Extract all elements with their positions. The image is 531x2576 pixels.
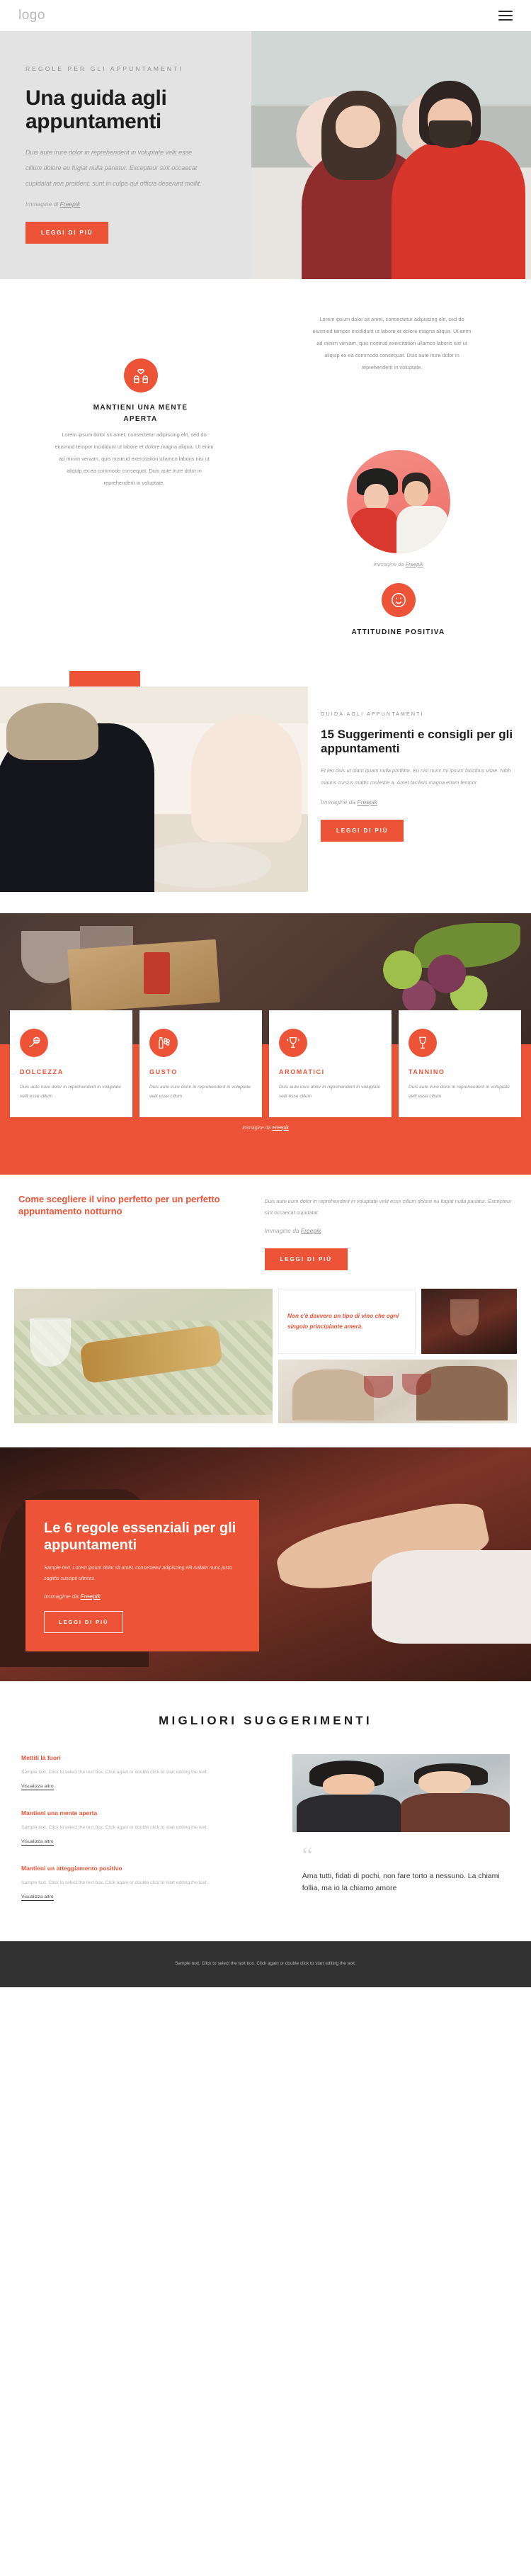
freepik-link[interactable]: Freepik <box>60 200 80 208</box>
card-body: Duis aute irure dolor in reprehenderit i… <box>279 1084 380 1100</box>
value-title-positive: ATTITUDINE POSITIVA <box>351 628 445 636</box>
tips15-section: GUIDA AGLI APPUNTAMENTI 15 Suggerimenti … <box>0 670 531 913</box>
card-body: Duis aute irure dolor in reprehenderit i… <box>149 1084 251 1100</box>
credit-prefix: Immagine da <box>321 798 358 806</box>
attribute-card[interactable]: DOLCEZZA Duis aute irure dolor in repreh… <box>10 1010 132 1117</box>
credit-prefix: Immagine da <box>44 1593 81 1600</box>
card-title: GUSTO <box>149 1068 178 1075</box>
smiling-face-icon <box>381 583 416 617</box>
freepik-link[interactable]: Freepik <box>358 798 377 806</box>
couple-toast-photo <box>278 1359 517 1423</box>
card-title: TANNINO <box>409 1068 445 1075</box>
values-right-text: Lorem ipsum dolor sit amet, consectetur … <box>312 316 472 371</box>
tip-body: Sample text. Click to select the text bo… <box>21 1880 208 1886</box>
tip-title: Mantieni una mente aperta <box>21 1809 98 1817</box>
hero-image-credit: Immagine di Freepik <box>25 200 227 208</box>
tip-body: Sample text. Click to select the text bo… <box>21 1769 208 1775</box>
best-tips-photo <box>292 1753 510 1832</box>
tips15-credit: Immagine da Freepik <box>321 798 515 806</box>
values-round-photo <box>346 450 450 553</box>
tip-body: Sample text. Click to select the text bo… <box>21 1824 208 1830</box>
credit-prefix: Immagine da <box>264 1226 302 1234</box>
wine-quote-text: Non c'è davvero un tipo di vino che ogni… <box>287 1312 399 1330</box>
rules-section: Le 6 regole essenziali per gli appuntame… <box>0 1447 531 1681</box>
attribute-card[interactable]: AROMATICI Duis aute irure dolor in repre… <box>269 1010 392 1117</box>
quote-mark-icon: “ <box>302 1842 313 1869</box>
hero-cta-button[interactable]: LEGGI DI PIÙ <box>25 222 109 244</box>
hero-section: REGOLE PER GLI APPUNTAMENTI Una guida ag… <box>0 31 531 279</box>
credit-prefix: Immagine da <box>242 1125 273 1131</box>
wine-aroma-icon <box>279 1028 307 1057</box>
value-title-open-mind: MANTIENI UNA MENTE APERTA <box>93 404 188 423</box>
tip-title: Mettiti là fuori <box>21 1753 61 1761</box>
hero-couple-photo <box>251 31 531 279</box>
wine-choose-section: Come scegliere il vino perfetto per un p… <box>0 1174 531 1289</box>
tips15-title: 15 Suggerimenti e consigli per gli appun… <box>321 727 513 756</box>
tips15-body: Et leo duis ut diam quam nulla porttitor… <box>321 767 511 786</box>
best-tips-section: MIGLIORI SUGGERIMENTI Mettiti là fuori S… <box>0 1680 531 1942</box>
rules-credit: Immagine da Freepik <box>44 1593 241 1600</box>
honey-dipper-icon <box>20 1028 48 1057</box>
logo[interactable]: logo <box>18 8 45 23</box>
wine-choose-body: Duis aute irure dolor in reprehenderit i… <box>264 1197 512 1216</box>
card-title: DOLCEZZA <box>20 1068 64 1075</box>
wine-dark-photo <box>421 1288 517 1354</box>
rules-body: Sample text. Lorem ipsum dolor sit amet,… <box>44 1565 232 1581</box>
site-footer: Sample text. Click to select the text bo… <box>0 1941 531 1988</box>
best-tips-title: MIGLIORI SUGGERIMENTI <box>159 1713 372 1727</box>
wine-bottle-photo <box>14 1288 273 1423</box>
bottle-grapes-icon <box>149 1028 178 1057</box>
rules-title: Le 6 regole essenziali per gli appuntame… <box>44 1520 236 1553</box>
credit-prefix: Immagine da <box>373 561 406 567</box>
landing-page: logo REGOLE PER GLI APPUNTAMENTI Una gui… <box>0 0 531 1988</box>
values-photo-credit: Immagine da Freepik <box>266 561 531 567</box>
attribute-card[interactable]: TANNINO Duis aute irure dolor in reprehe… <box>399 1010 521 1117</box>
hamburger-menu-icon[interactable] <box>498 11 513 21</box>
freepik-link[interactable]: Freepik <box>81 1593 101 1600</box>
cards-image-credit: Immagine da Freepik <box>0 1126 531 1131</box>
tips15-cta-button[interactable]: LEGGI DI PIÙ <box>321 819 404 842</box>
freepik-link[interactable]: Freepik <box>406 561 423 567</box>
wine-choose-cta-button[interactable]: LEGGI DI PIÙ <box>264 1248 348 1270</box>
rules-cta-button[interactable]: LEGGI DI PIÙ <box>44 1611 124 1634</box>
wine-choose-title: Come scegliere il vino perfetto per un p… <box>18 1193 220 1216</box>
credit-prefix: Immagine di <box>25 200 60 208</box>
testimonial-quote: “ Ama tutti, fidati di pochi, non fare t… <box>292 1832 510 1894</box>
card-body: Duis aute irure dolor in reprehenderit i… <box>409 1084 510 1100</box>
list-item: Mettiti là fuori Sample text. Click to s… <box>21 1754 277 1791</box>
hero-eyebrow: REGOLE PER GLI APPUNTAMENTI <box>25 65 183 72</box>
wine-glass-icon <box>409 1028 437 1057</box>
tips15-restaurant-photo <box>0 686 308 892</box>
wine-gallery: Non c'è davvero un tipo di vino che ogni… <box>0 1288 531 1447</box>
card-body: Duis aute irure dolor in reprehenderit i… <box>20 1084 121 1100</box>
wine-quote-box: Non c'è davvero un tipo di vino che ogni… <box>278 1288 416 1354</box>
tip-link[interactable]: Visualizza altro <box>21 1894 54 1902</box>
tip-link[interactable]: Visualizza altro <box>21 1839 54 1846</box>
values-section: MANTIENI UNA MENTE APERTA Lorem ipsum do… <box>0 279 531 671</box>
attribute-card[interactable]: GUSTO Duis aute irure dolor in reprehend… <box>139 1010 262 1117</box>
site-header: logo <box>0 0 531 31</box>
quote-text: Ama tutti, fidati di pochi, non fare tor… <box>302 1871 500 1892</box>
footer-text: Sample text. Click to select the text bo… <box>175 1961 356 1967</box>
values-bottom-text: Lorem ipsum dolor sit amet, consectetur … <box>55 431 214 487</box>
hero-title: Una guida agli appuntamenti <box>25 86 167 134</box>
wine-choose-credit: Immagine da Freepik <box>265 1227 513 1234</box>
wine-attributes-section: DOLCEZZA Duis aute irure dolor in repreh… <box>0 1010 531 1175</box>
freepik-link[interactable]: Freepik <box>301 1227 321 1234</box>
list-item: Mantieni una mente aperta Sample text. C… <box>21 1809 277 1846</box>
couple-heart-icon <box>123 358 158 392</box>
tip-title: Mantieni un atteggiamento positivo <box>21 1865 122 1872</box>
tip-link[interactable]: Visualizza altro <box>21 1784 54 1790</box>
list-item: Mantieni un atteggiamento positivo Sampl… <box>21 1865 277 1902</box>
freepik-link[interactable]: Freepik <box>273 1126 289 1131</box>
tips15-eyebrow: GUIDA AGLI APPUNTAMENTI <box>321 711 424 717</box>
card-title: AROMATICI <box>279 1068 325 1075</box>
hero-body: Duis aute irure dolor in reprehenderit i… <box>25 149 202 188</box>
